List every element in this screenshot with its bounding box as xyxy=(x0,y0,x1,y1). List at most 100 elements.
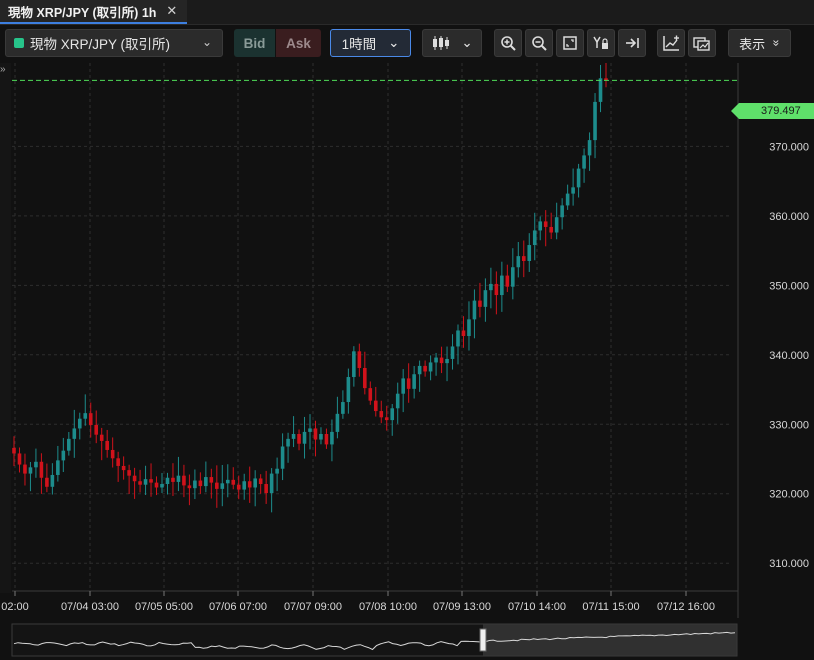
time-axis-label: 07/09 13:00 xyxy=(433,601,491,613)
ask-button[interactable]: Ask xyxy=(276,29,321,57)
candle-body xyxy=(401,378,405,394)
symbol-select[interactable]: 現物 XRP/JPY (取引所) ⌄ xyxy=(5,29,223,57)
candle-body xyxy=(127,470,131,476)
candle-body xyxy=(341,402,345,414)
candle-body xyxy=(138,481,142,485)
candle-body xyxy=(215,482,219,489)
candle-body xyxy=(253,478,257,488)
candle-body xyxy=(456,330,460,347)
candle-body xyxy=(45,477,49,487)
candle-body xyxy=(286,438,290,447)
double-chevron-down-icon: » xyxy=(769,39,784,47)
candle-body xyxy=(23,464,27,474)
navigator[interactable] xyxy=(0,620,814,660)
candle-body xyxy=(527,245,532,261)
candle-body xyxy=(94,424,99,435)
axis-lock-icon xyxy=(593,36,608,49)
price-axis-label: 360.000 xyxy=(769,211,809,223)
time-axis-label: 07/11 15:00 xyxy=(582,601,639,613)
candle-body xyxy=(324,433,329,445)
candle-body xyxy=(88,413,93,425)
candle-body xyxy=(461,330,466,337)
price-axis-label: 370.000 xyxy=(769,141,809,153)
time-axis-label: 07/04 03:00 xyxy=(61,601,119,613)
candle-body xyxy=(417,365,422,375)
candle-body xyxy=(236,484,241,490)
price-axis-label: 340.000 xyxy=(769,350,809,362)
candle-body xyxy=(445,358,449,364)
candle-body xyxy=(560,205,564,218)
price-axis-label: 320.000 xyxy=(769,489,809,501)
candle-body xyxy=(110,449,115,459)
candle-body xyxy=(280,446,285,469)
chart-toolbar: 現物 XRP/JPY (取引所) ⌄ Bid Ask 1時間 ⌄ ⌄ 表示 » xyxy=(0,25,814,63)
candle-body xyxy=(395,393,400,409)
candle-body xyxy=(489,283,493,291)
candlestick-series xyxy=(12,63,608,513)
candle-body xyxy=(105,440,109,450)
candle-body xyxy=(313,428,318,440)
candle-body xyxy=(549,226,553,233)
interval-label: 1時間 xyxy=(341,37,377,52)
candle-body xyxy=(478,300,482,307)
candle-body xyxy=(121,465,126,471)
close-icon[interactable]: ✕ xyxy=(166,3,177,19)
chevron-down-icon: ⌄ xyxy=(201,35,212,49)
price-chart[interactable]: 370.000 360.000 350.000 340.000 330.000 320.0… xyxy=(0,63,814,620)
candle-body xyxy=(587,140,592,156)
chart-tab[interactable]: 現物 XRP/JPY (取引所) 1h ✕ xyxy=(0,0,188,24)
display-label: 表示 xyxy=(739,36,766,52)
candle-body xyxy=(538,221,543,231)
candle-body xyxy=(220,483,225,489)
chart-grid xyxy=(12,63,739,618)
candle-body xyxy=(352,351,356,378)
candle-body xyxy=(187,485,192,489)
candle-body xyxy=(516,256,521,268)
arrow-to-end-icon xyxy=(626,38,639,48)
lock-scale-button[interactable] xyxy=(587,29,615,57)
candle-body xyxy=(182,475,186,486)
time-axis-label: 07/06 07:00 xyxy=(209,601,267,613)
zoom-out-button[interactable] xyxy=(525,29,553,57)
candle-body xyxy=(521,256,526,261)
candle-body xyxy=(494,283,499,296)
candle-body xyxy=(231,479,236,485)
display-menu-button[interactable]: 表示 » xyxy=(728,29,791,57)
scroll-to-latest-button[interactable] xyxy=(618,29,646,57)
chart-type-select[interactable]: ⌄ xyxy=(422,29,482,57)
chart-compare-icon xyxy=(693,37,710,51)
candle-body xyxy=(428,362,433,372)
bid-button[interactable]: Bid xyxy=(234,29,275,57)
price-axis-label: 310.000 xyxy=(769,558,809,570)
compare-button[interactable] xyxy=(688,29,716,57)
candle-body xyxy=(423,365,427,372)
candle-body xyxy=(532,230,537,246)
candle-body xyxy=(467,319,471,337)
navigator-window xyxy=(483,624,737,656)
candle-body xyxy=(330,431,334,445)
navigator-handle xyxy=(479,628,487,652)
candle-body xyxy=(275,468,279,474)
candle-body xyxy=(77,418,82,429)
candle-body xyxy=(61,450,66,461)
candle-body xyxy=(571,187,575,194)
candle-body xyxy=(302,431,307,444)
candle-body xyxy=(335,413,340,432)
candle-body xyxy=(116,458,120,466)
candle-body xyxy=(565,193,570,206)
candle-body xyxy=(368,388,373,401)
candle-body xyxy=(357,351,362,368)
zoom-in-button[interactable] xyxy=(494,29,522,57)
candle-body xyxy=(406,378,411,389)
fit-screen-button[interactable] xyxy=(556,29,584,57)
candle-body xyxy=(412,374,416,389)
candle-body xyxy=(132,475,137,482)
add-indicator-button[interactable] xyxy=(657,29,685,57)
symbol-color-icon xyxy=(14,38,24,48)
candle-body xyxy=(67,438,71,451)
candle-body xyxy=(346,377,351,403)
candle-body xyxy=(50,474,55,487)
interval-select[interactable]: 1時間 ⌄ xyxy=(330,29,411,57)
candle-body xyxy=(450,346,455,359)
candle-body xyxy=(269,473,274,494)
